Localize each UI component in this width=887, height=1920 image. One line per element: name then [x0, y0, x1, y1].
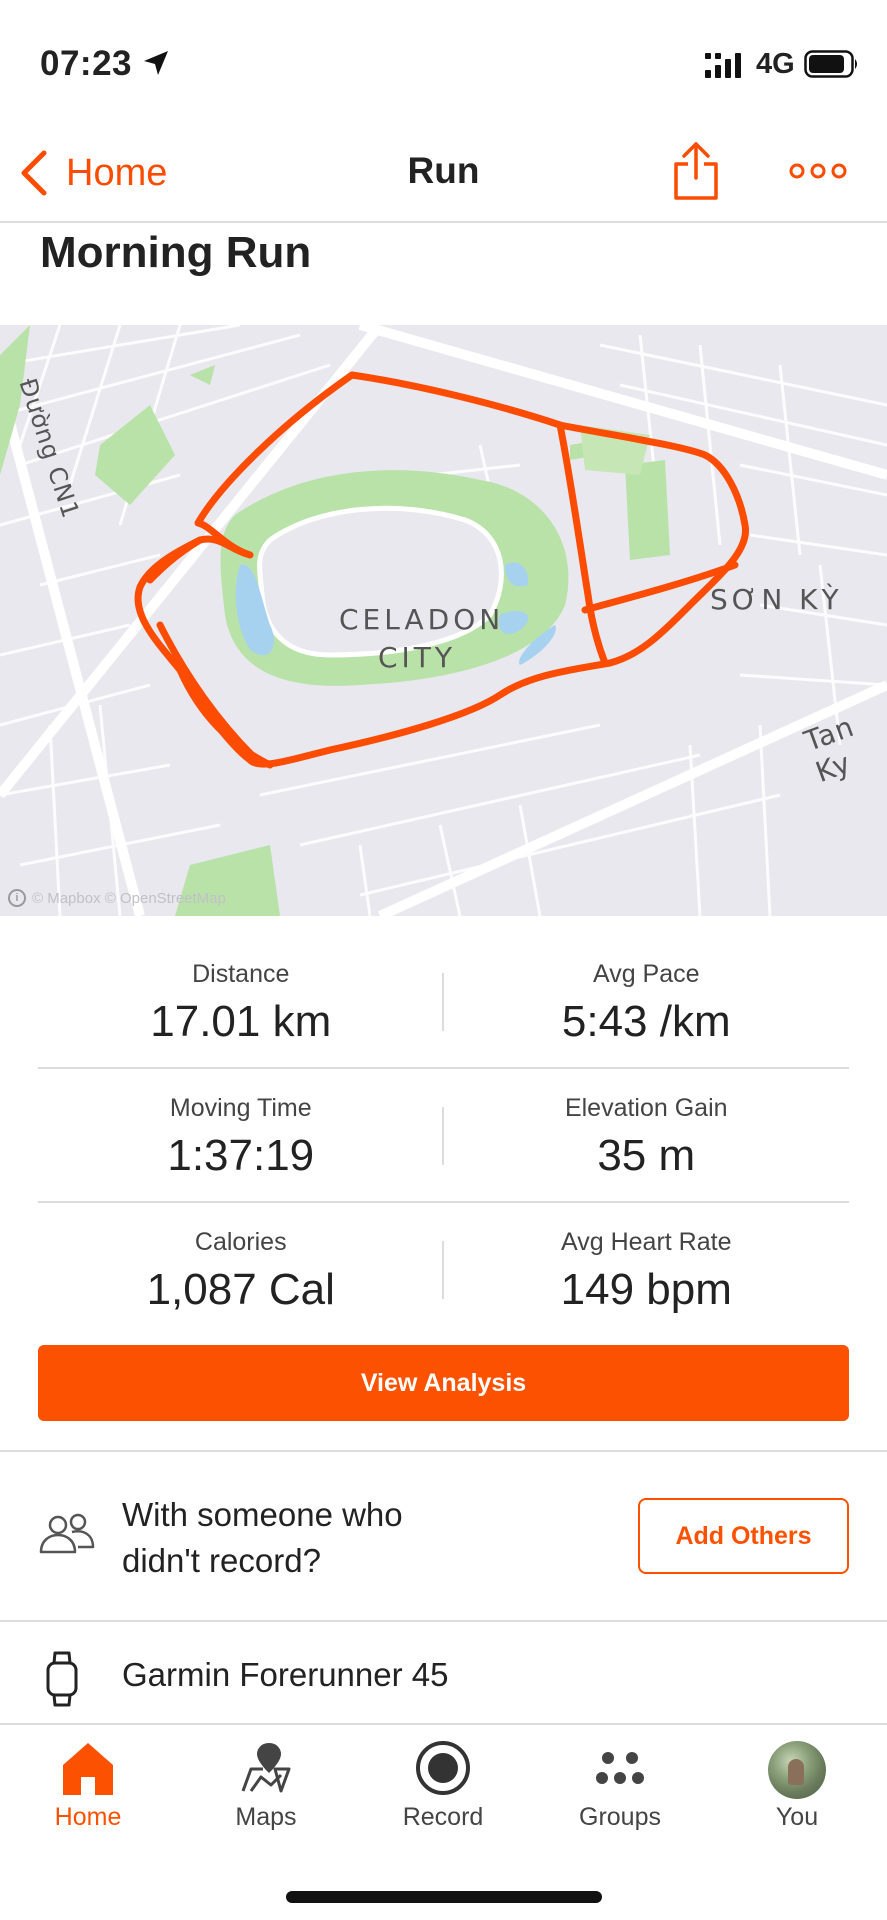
home-indicator [286, 1891, 602, 1903]
stat-value: 17.01 km [150, 997, 332, 1046]
network-type: 4G [756, 48, 795, 80]
status-bar: 07:23 4G [0, 0, 887, 120]
tab-you[interactable]: You [722, 1739, 872, 1859]
share-icon[interactable] [670, 140, 722, 202]
with-others-text: With someone who didn't record? [122, 1496, 403, 1579]
stat-row: Distance 17.01 km Avg Pace 5:43 /km [38, 935, 849, 1069]
stat-label: Elevation Gain [564, 1094, 728, 1122]
device-name: Garmin Forerunner 45 [122, 1656, 449, 1693]
map-label-city: CITY [378, 641, 457, 674]
stat-value: 1,087 Cal [146, 1265, 335, 1314]
tab-record[interactable]: Record [368, 1739, 518, 1859]
tab-groups[interactable]: Groups [545, 1739, 695, 1859]
stat-label: Distance [192, 960, 290, 988]
stat-row: Moving Time 1:37:19 Elevation Gain 35 m [38, 1069, 849, 1203]
map-label-son-ky: SƠN KỲ [710, 583, 843, 616]
back-label: Home [66, 151, 168, 194]
status-time: 07:23 [40, 44, 133, 83]
tab-label: Home [54, 1803, 122, 1831]
people-icon [39, 1513, 95, 1554]
view-analysis-button[interactable]: View Analysis [38, 1345, 849, 1421]
stat-value: 5:43 /km [561, 997, 731, 1046]
info-icon[interactable]: i [8, 889, 26, 907]
stat-calories: Calories 1,087 Cal [38, 1203, 444, 1337]
tab-home[interactable]: Home [13, 1739, 163, 1859]
home-icon [63, 1743, 113, 1795]
stat-divider [442, 1241, 444, 1299]
stat-value: 35 m [597, 1131, 696, 1180]
activity-screen: 07:23 4G Home Run Morning Run CELADON CI… [0, 0, 887, 1920]
stat-avg-heart-rate: Avg Heart Rate 149 bpm [444, 1203, 850, 1337]
location-arrow-icon [144, 51, 168, 75]
record-icon [416, 1741, 470, 1795]
stat-distance: Distance 17.01 km [38, 935, 444, 1067]
avatar [768, 1741, 826, 1799]
route-map[interactable]: CELADON CITY SƠN KỲ Tan Ky Đường CN1 i ©… [0, 325, 887, 916]
nav-header: Home Run [0, 120, 887, 223]
back-button[interactable]: Home [18, 148, 167, 198]
watch-icon [46, 1651, 78, 1707]
tab-label: Groups [579, 1803, 661, 1831]
stat-avg-pace: Avg Pace 5:43 /km [444, 935, 850, 1067]
maps-icon [241, 1743, 291, 1793]
stat-value: 149 bpm [560, 1265, 732, 1314]
chevron-left-icon [21, 150, 47, 196]
tab-label: Record [402, 1803, 484, 1831]
battery-icon [804, 50, 857, 78]
tab-label: You [775, 1803, 819, 1831]
stat-label: Avg Pace [592, 960, 700, 988]
stat-label: Avg Heart Rate [561, 1228, 732, 1256]
stat-moving-time: Moving Time 1:37:19 [38, 1069, 444, 1201]
signal-icon [705, 53, 741, 78]
stat-divider [442, 973, 444, 1031]
add-others-button[interactable]: Add Others [638, 1498, 849, 1574]
tab-maps[interactable]: Maps [191, 1739, 341, 1859]
map-attribution[interactable]: i © Mapbox © OpenStreetMap [8, 889, 226, 907]
stat-elevation-gain: Elevation Gain 35 m [444, 1069, 850, 1201]
groups-icon [596, 1752, 644, 1784]
map-label-celadon: CELADON [339, 603, 505, 636]
device-row: Garmin Forerunner 45 [0, 1622, 887, 1722]
with-others-row: With someone who didn't record? Add Othe… [0, 1452, 887, 1620]
stat-row: Calories 1,087 Cal Avg Heart Rate 149 bp… [38, 1203, 849, 1337]
stat-value: 1:37:19 [167, 1131, 315, 1180]
stat-divider [442, 1107, 444, 1165]
stat-label: Moving Time [169, 1094, 312, 1122]
stat-label: Calories [194, 1228, 287, 1256]
tab-label: Maps [235, 1803, 297, 1831]
more-options-icon[interactable] [788, 156, 848, 186]
stats-grid: Distance 17.01 km Avg Pace 5:43 /km Movi… [38, 935, 849, 1337]
activity-title: Morning Run [40, 228, 312, 277]
